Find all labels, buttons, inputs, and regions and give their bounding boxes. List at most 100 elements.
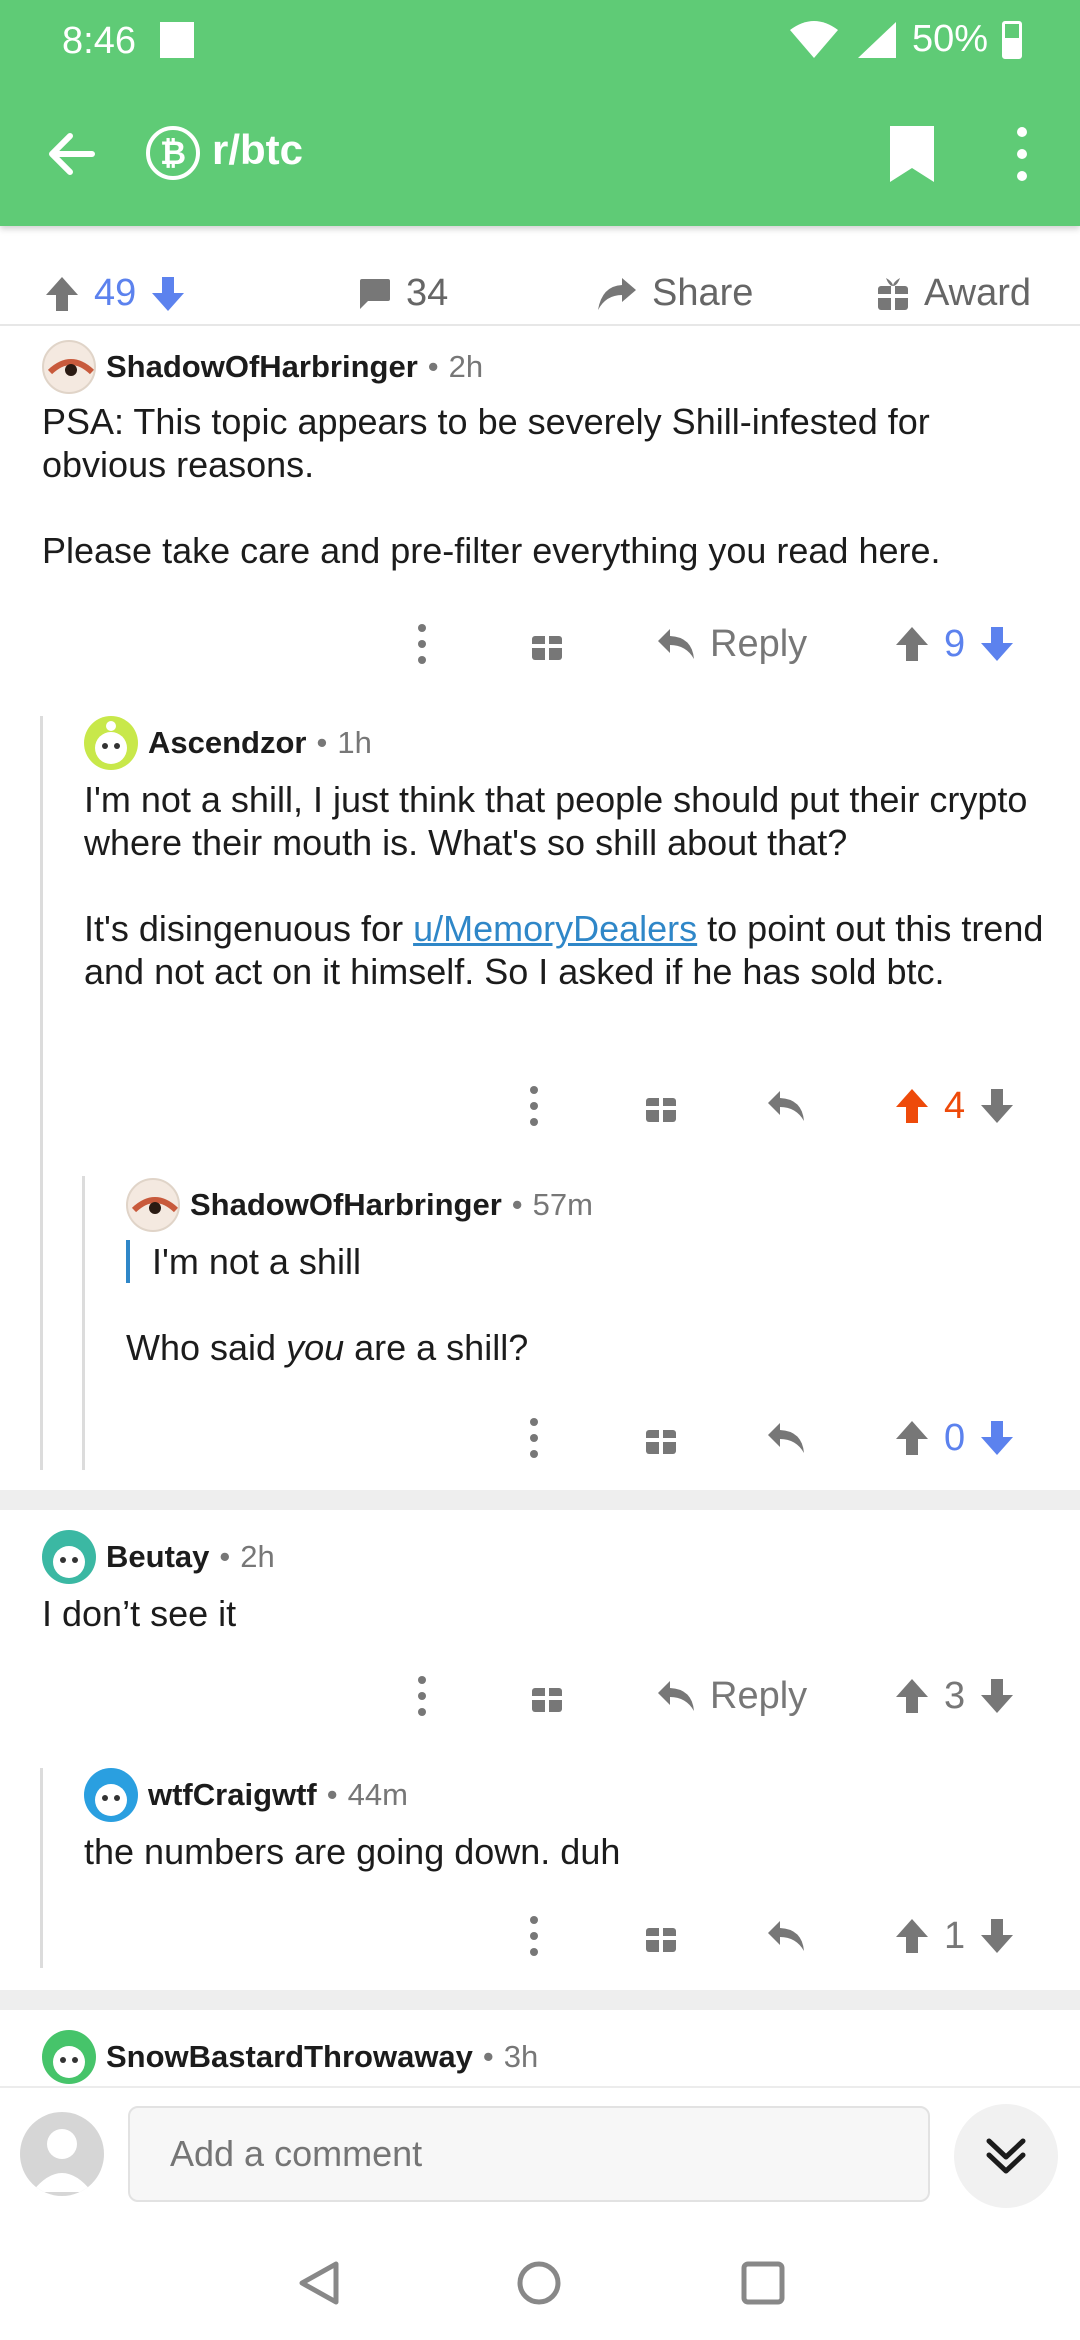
comment-body: I'm not a shill, I just think that peopl… xyxy=(84,778,1064,993)
separator-dot: • xyxy=(427,349,439,384)
comment-vote: 9 xyxy=(894,614,1015,674)
downvote-icon[interactable] xyxy=(150,275,186,313)
reply-icon[interactable] xyxy=(766,1919,806,1953)
back-arrow-icon[interactable] xyxy=(40,122,104,186)
reply-button[interactable]: Reply xyxy=(656,1666,807,1726)
comment-icon xyxy=(360,278,390,309)
comment-time: 2h xyxy=(240,1539,275,1574)
avatar[interactable] xyxy=(42,1530,96,1584)
comment-text: It's disingenuous for xyxy=(84,908,414,949)
comment-text: Please take care and pre-filter everythi… xyxy=(42,530,941,571)
comment-vote: 4 xyxy=(894,1076,1015,1136)
notification-icon xyxy=(160,22,194,58)
more-options-icon[interactable] xyxy=(524,1084,544,1128)
gift-icon[interactable] xyxy=(530,1678,564,1714)
comment-toolbar: 1 xyxy=(0,1906,1080,1966)
more-options-icon[interactable] xyxy=(412,1674,432,1718)
downvote-icon[interactable] xyxy=(979,1087,1015,1125)
thread-divider xyxy=(0,1490,1080,1510)
comment-time: 57m xyxy=(532,1187,593,1222)
toolbar: ₿ r/btc xyxy=(0,80,1080,226)
upvote-icon[interactable] xyxy=(44,275,80,313)
avatar[interactable] xyxy=(42,2030,96,2084)
downvote-icon[interactable] xyxy=(979,625,1015,663)
subreddit-title[interactable]: r/btc xyxy=(212,126,303,174)
nav-home-icon[interactable] xyxy=(516,2260,562,2306)
avatar[interactable] xyxy=(84,716,138,770)
reply-icon xyxy=(658,1681,694,1711)
separator-dot: • xyxy=(316,725,328,760)
avatar[interactable] xyxy=(84,1768,138,1822)
quote-block: I'm not a shill xyxy=(126,1240,1056,1283)
comment-username[interactable]: ShadowOfHarbringer xyxy=(106,349,418,385)
downvote-icon[interactable] xyxy=(979,1419,1015,1457)
comments-count-button[interactable]: 34 xyxy=(356,272,448,315)
more-options-icon[interactable] xyxy=(524,1416,544,1460)
reply-button[interactable]: Reply xyxy=(656,614,807,674)
separator-dot: • xyxy=(482,2039,494,2074)
comment-username[interactable]: ShadowOfHarbringer xyxy=(190,1187,502,1223)
comment-vote: 1 xyxy=(894,1906,1015,1966)
reply-icon[interactable] xyxy=(766,1421,806,1455)
subreddit-icon[interactable]: ₿ xyxy=(146,126,200,180)
gift-icon[interactable] xyxy=(530,626,564,662)
battery-percent: 50% xyxy=(911,18,988,60)
comment-score: 4 xyxy=(944,1084,966,1127)
nav-back-icon[interactable] xyxy=(296,2260,342,2306)
award-button[interactable]: Award xyxy=(876,272,1031,315)
thread-divider xyxy=(0,1990,1080,2010)
status-bar: 8:46 50% xyxy=(0,0,1080,80)
upvote-icon[interactable] xyxy=(894,1917,930,1955)
downvote-icon[interactable] xyxy=(979,1677,1015,1715)
comment-vote: 3 xyxy=(894,1666,1015,1726)
comment-text: This topic appears to be severely Shill-… xyxy=(42,401,930,485)
comment-header: Ascendzor • 1h xyxy=(84,716,372,770)
more-options-icon[interactable] xyxy=(524,1914,544,1958)
upvote-icon[interactable] xyxy=(894,625,930,663)
reply-label: Reply xyxy=(710,1674,808,1717)
comment-score: 0 xyxy=(944,1416,966,1459)
comment-body: I'm not a shill Who said you are a shill… xyxy=(126,1240,1056,1369)
comment-username[interactable]: Ascendzor xyxy=(148,725,306,761)
comment-username[interactable]: wtfCraigwtf xyxy=(148,1777,317,1813)
comment-composer xyxy=(0,2086,1080,2222)
upvote-icon[interactable] xyxy=(894,1087,930,1125)
comment-header: wtfCraigwtf • 44m xyxy=(84,1768,408,1822)
add-comment-input[interactable] xyxy=(128,2106,930,2202)
share-label: Share xyxy=(652,272,754,314)
comment-time: 2h xyxy=(448,349,484,384)
comment-time: 44m xyxy=(347,1777,408,1812)
comment-text-emphasis: you xyxy=(286,1327,345,1368)
nav-recents-icon[interactable] xyxy=(740,2260,786,2306)
comment-score: 9 xyxy=(944,622,966,665)
comment-body: PSA: This topic appears to be severely S… xyxy=(42,400,1052,572)
share-button[interactable]: Share xyxy=(596,272,753,315)
comment-username[interactable]: SnowBastardThrowaway xyxy=(106,2039,473,2075)
more-options-icon[interactable] xyxy=(1012,124,1032,184)
comment-toolbar: 4 xyxy=(0,1076,1080,1136)
downvote-icon[interactable] xyxy=(979,1917,1015,1955)
user-link[interactable]: u/MemoryDealers xyxy=(413,908,697,949)
comment-header: ShadowOfHarbringer • 2h xyxy=(42,340,483,394)
reply-icon[interactable] xyxy=(766,1089,806,1123)
system-nav-bar xyxy=(0,2222,1080,2340)
avatar[interactable] xyxy=(42,340,96,394)
upvote-icon[interactable] xyxy=(894,1419,930,1457)
bookmark-icon[interactable] xyxy=(886,124,938,184)
post-vote: 49 xyxy=(44,272,186,315)
avatar[interactable] xyxy=(126,1178,180,1232)
comment-score: 1 xyxy=(944,1914,966,1957)
comment-time: 1h xyxy=(337,725,372,760)
comment-score: 3 xyxy=(944,1674,966,1717)
comment-text: Who said xyxy=(126,1327,287,1368)
user-avatar[interactable] xyxy=(20,2112,104,2196)
upvote-icon[interactable] xyxy=(894,1677,930,1715)
wifi-icon xyxy=(789,20,838,58)
gift-icon[interactable] xyxy=(644,1420,678,1456)
jump-next-button[interactable] xyxy=(954,2104,1058,2208)
gift-icon[interactable] xyxy=(644,1088,678,1124)
more-options-icon[interactable] xyxy=(412,622,432,666)
comment-username[interactable]: Beutay xyxy=(106,1539,209,1575)
comment-text: I don’t see it xyxy=(42,1593,237,1634)
gift-icon[interactable] xyxy=(644,1918,678,1954)
